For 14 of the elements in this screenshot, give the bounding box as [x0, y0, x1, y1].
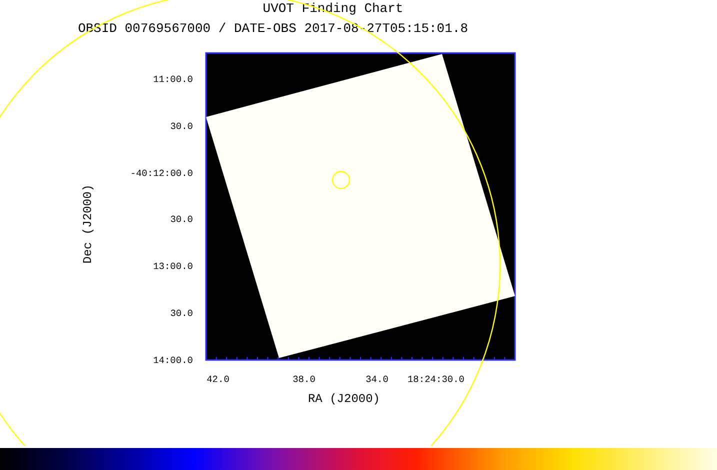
y-tick-label: 30.0 — [170, 308, 193, 319]
x-tick-label: 42.0 — [206, 374, 230, 385]
x-tick-label: 18:24:30.0 — [408, 374, 464, 385]
y-tick-label: 13:00.0 — [153, 261, 193, 272]
x-axis-label: RA (J2000) — [308, 392, 380, 406]
x-tick-label: 38.0 — [292, 374, 316, 385]
y-tick-label: 14:00.0 — [153, 355, 193, 366]
y-tick-label: 30.0 — [170, 214, 193, 225]
y-axis-label: Dec (J2000) — [81, 184, 95, 264]
x-tick-label: 34.0 — [366, 374, 388, 385]
y-tick-label: -40:12:00.0 — [130, 168, 193, 179]
source-circle — [332, 170, 350, 190]
y-tick-label: 30.0 — [170, 121, 193, 132]
y-tick-label: 11:00.0 — [153, 74, 193, 85]
